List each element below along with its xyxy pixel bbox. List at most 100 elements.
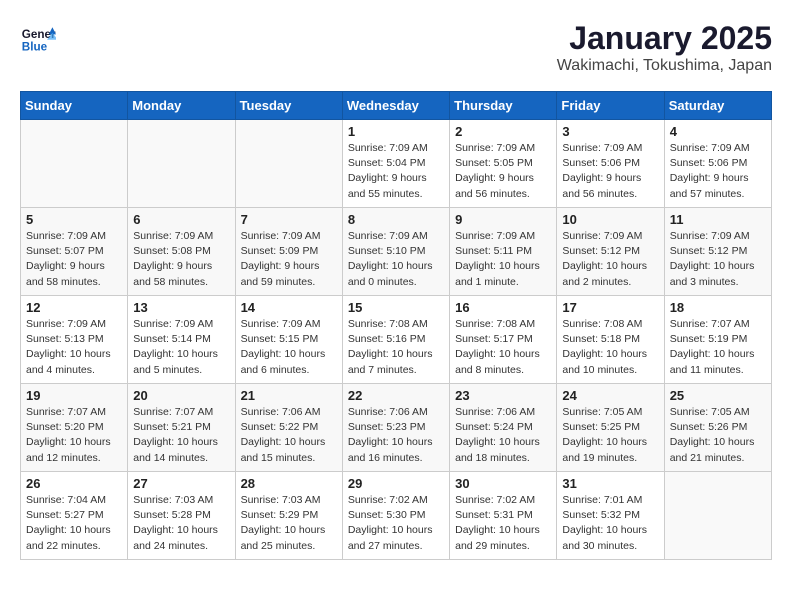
day-number: 14: [241, 300, 337, 315]
calendar-cell: 15 Sunrise: 7:08 AM Sunset: 5:16 PM Dayli…: [342, 296, 449, 384]
calendar-cell: 17Sunrise: 7:08 AM Sunset: 5:18 PM Dayli…: [557, 296, 664, 384]
day-info: Sunrise: 7:03 AM Sunset: 5:29 PM Dayligh…: [241, 493, 337, 554]
calendar-cell: 19Sunrise: 7:07 AM Sunset: 5:20 PM Dayli…: [21, 384, 128, 472]
calendar-cell: 23Sunrise: 7:06 AM Sunset: 5:24 PM Dayli…: [450, 384, 557, 472]
svg-text:Blue: Blue: [22, 41, 48, 54]
weekday-header-monday: Monday: [128, 92, 235, 120]
day-number: 30: [455, 476, 551, 491]
day-info: Sunrise: 7:09 AM Sunset: 5:06 PM Dayligh…: [562, 141, 658, 202]
calendar-cell: [235, 120, 342, 208]
day-info: Sunrise: 7:09 AM Sunset: 5:12 PM Dayligh…: [670, 229, 766, 290]
calendar-cell: 31Sunrise: 7:01 AM Sunset: 5:32 PM Dayli…: [557, 472, 664, 560]
day-info: Sunrise: 7:09 AM Sunset: 5:06 PM Dayligh…: [670, 141, 766, 202]
day-info: Sunrise: 7:05 AM Sunset: 5:25 PM Dayligh…: [562, 405, 658, 466]
day-number: 10: [562, 212, 658, 227]
day-number: 4: [670, 124, 766, 139]
day-number: 13: [133, 300, 229, 315]
calendar-cell: 4 Sunrise: 7:09 AM Sunset: 5:06 PM Daylig…: [664, 120, 771, 208]
calendar-cell: 6Sunrise: 7:09 AM Sunset: 5:08 PM Daylig…: [128, 208, 235, 296]
calendar-cell: 14 Sunrise: 7:09 AM Sunset: 5:15 PM Dayli…: [235, 296, 342, 384]
calendar-cell: 9Sunrise: 7:09 AM Sunset: 5:11 PM Daylig…: [450, 208, 557, 296]
weekday-header-saturday: Saturday: [664, 92, 771, 120]
calendar-cell: 10 Sunrise: 7:09 AM Sunset: 5:12 PM Dayli…: [557, 208, 664, 296]
calendar-week-row: 26 Sunrise: 7:04 AM Sunset: 5:27 PM Dayli…: [21, 472, 772, 560]
day-info: Sunrise: 7:09 AM Sunset: 5:09 PM Dayligh…: [241, 229, 337, 290]
day-number: 15: [348, 300, 444, 315]
day-info: Sunrise: 7:09 AM Sunset: 5:05 PM Dayligh…: [455, 141, 551, 202]
day-number: 1: [348, 124, 444, 139]
calendar-cell: 7 Sunrise: 7:09 AM Sunset: 5:09 PM Daylig…: [235, 208, 342, 296]
calendar-cell: 8 Sunrise: 7:09 AM Sunset: 5:10 PM Daylig…: [342, 208, 449, 296]
day-info: Sunrise: 7:08 AM Sunset: 5:17 PM Dayligh…: [455, 317, 551, 378]
calendar-cell: 20Sunrise: 7:07 AM Sunset: 5:21 PM Dayli…: [128, 384, 235, 472]
generalblue-logo-icon: General Blue: [20, 20, 56, 56]
calendar-cell: 30 Sunrise: 7:02 AM Sunset: 5:31 PM Dayli…: [450, 472, 557, 560]
calendar-table: SundayMondayTuesdayWednesdayThursdayFrid…: [20, 91, 772, 560]
day-number: 5: [26, 212, 122, 227]
weekday-header-wednesday: Wednesday: [342, 92, 449, 120]
day-number: 22: [348, 388, 444, 403]
day-info: Sunrise: 7:09 AM Sunset: 5:04 PM Dayligh…: [348, 141, 444, 202]
day-number: 26: [26, 476, 122, 491]
day-info: Sunrise: 7:09 AM Sunset: 5:12 PM Dayligh…: [562, 229, 658, 290]
calendar-cell: [21, 120, 128, 208]
weekday-header-friday: Friday: [557, 92, 664, 120]
day-info: Sunrise: 7:06 AM Sunset: 5:22 PM Dayligh…: [241, 405, 337, 466]
calendar-cell: 2Sunrise: 7:09 AM Sunset: 5:05 PM Daylig…: [450, 120, 557, 208]
calendar-cell: 22 Sunrise: 7:06 AM Sunset: 5:23 PM Dayli…: [342, 384, 449, 472]
day-number: 25: [670, 388, 766, 403]
logo: General Blue: [20, 20, 56, 56]
calendar-cell: 18 Sunrise: 7:07 AM Sunset: 5:19 PM Dayli…: [664, 296, 771, 384]
title-block: January 2025 Wakimachi, Tokushima, Japan: [557, 20, 772, 75]
day-number: 18: [670, 300, 766, 315]
calendar-cell: 3 Sunrise: 7:09 AM Sunset: 5:06 PM Daylig…: [557, 120, 664, 208]
calendar-cell: 28 Sunrise: 7:03 AM Sunset: 5:29 PM Dayli…: [235, 472, 342, 560]
day-info: Sunrise: 7:09 AM Sunset: 5:07 PM Dayligh…: [26, 229, 122, 290]
calendar-cell: 12 Sunrise: 7:09 AM Sunset: 5:13 PM Dayli…: [21, 296, 128, 384]
day-number: 8: [348, 212, 444, 227]
day-number: 3: [562, 124, 658, 139]
day-info: Sunrise: 7:09 AM Sunset: 5:14 PM Dayligh…: [133, 317, 229, 378]
day-number: 12: [26, 300, 122, 315]
day-number: 20: [133, 388, 229, 403]
day-info: Sunrise: 7:08 AM Sunset: 5:16 PM Dayligh…: [348, 317, 444, 378]
weekday-header-thursday: Thursday: [450, 92, 557, 120]
calendar-cell: 29Sunrise: 7:02 AM Sunset: 5:30 PM Dayli…: [342, 472, 449, 560]
calendar-week-row: 1 Sunrise: 7:09 AM Sunset: 5:04 PM Daylig…: [21, 120, 772, 208]
day-number: 6: [133, 212, 229, 227]
calendar-cell: 16 Sunrise: 7:08 AM Sunset: 5:17 PM Dayli…: [450, 296, 557, 384]
day-number: 21: [241, 388, 337, 403]
page-header: General Blue January 2025 Wakimachi, Tok…: [20, 20, 772, 75]
calendar-cell: 24 Sunrise: 7:05 AM Sunset: 5:25 PM Dayli…: [557, 384, 664, 472]
day-info: Sunrise: 7:09 AM Sunset: 5:11 PM Dayligh…: [455, 229, 551, 290]
day-info: Sunrise: 7:06 AM Sunset: 5:23 PM Dayligh…: [348, 405, 444, 466]
day-info: Sunrise: 7:07 AM Sunset: 5:19 PM Dayligh…: [670, 317, 766, 378]
weekday-header-sunday: Sunday: [21, 92, 128, 120]
day-info: Sunrise: 7:05 AM Sunset: 5:26 PM Dayligh…: [670, 405, 766, 466]
month-title: January 2025: [557, 20, 772, 57]
day-info: Sunrise: 7:02 AM Sunset: 5:31 PM Dayligh…: [455, 493, 551, 554]
day-number: 24: [562, 388, 658, 403]
day-info: Sunrise: 7:03 AM Sunset: 5:28 PM Dayligh…: [133, 493, 229, 554]
day-info: Sunrise: 7:04 AM Sunset: 5:27 PM Dayligh…: [26, 493, 122, 554]
day-number: 29: [348, 476, 444, 491]
day-info: Sunrise: 7:01 AM Sunset: 5:32 PM Dayligh…: [562, 493, 658, 554]
day-info: Sunrise: 7:07 AM Sunset: 5:20 PM Dayligh…: [26, 405, 122, 466]
calendar-cell: 21 Sunrise: 7:06 AM Sunset: 5:22 PM Dayli…: [235, 384, 342, 472]
day-info: Sunrise: 7:09 AM Sunset: 5:13 PM Dayligh…: [26, 317, 122, 378]
calendar-cell: 11Sunrise: 7:09 AM Sunset: 5:12 PM Dayli…: [664, 208, 771, 296]
location-label: Wakimachi, Tokushima, Japan: [557, 57, 772, 75]
calendar-week-row: 5 Sunrise: 7:09 AM Sunset: 5:07 PM Daylig…: [21, 208, 772, 296]
day-info: Sunrise: 7:09 AM Sunset: 5:10 PM Dayligh…: [348, 229, 444, 290]
day-number: 7: [241, 212, 337, 227]
day-info: Sunrise: 7:09 AM Sunset: 5:15 PM Dayligh…: [241, 317, 337, 378]
calendar-cell: [128, 120, 235, 208]
calendar-cell: 26 Sunrise: 7:04 AM Sunset: 5:27 PM Dayli…: [21, 472, 128, 560]
calendar-cell: [664, 472, 771, 560]
calendar-cell: 13 Sunrise: 7:09 AM Sunset: 5:14 PM Dayli…: [128, 296, 235, 384]
day-number: 23: [455, 388, 551, 403]
day-number: 27: [133, 476, 229, 491]
day-number: 28: [241, 476, 337, 491]
calendar-cell: 25 Sunrise: 7:05 AM Sunset: 5:26 PM Dayli…: [664, 384, 771, 472]
day-number: 16: [455, 300, 551, 315]
